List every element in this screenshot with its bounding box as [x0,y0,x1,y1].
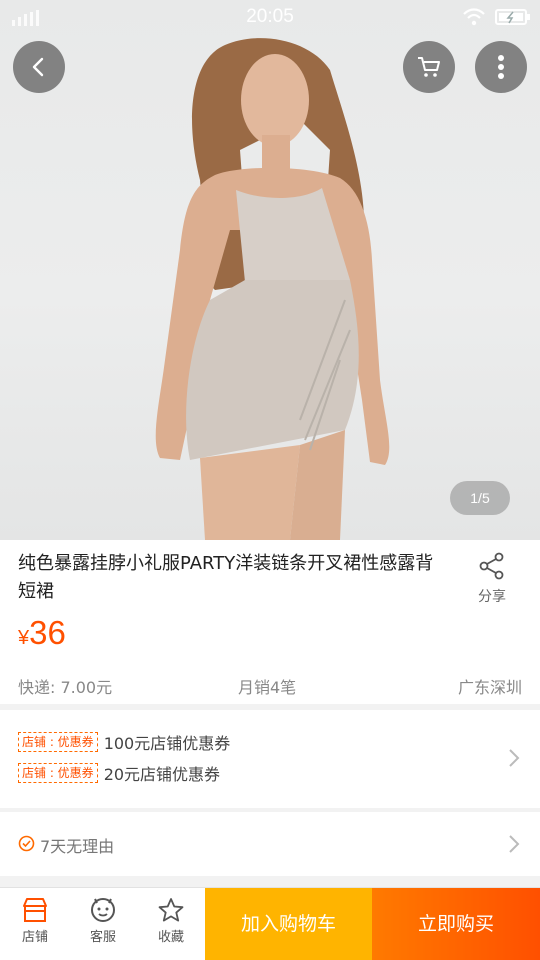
back-icon [32,57,44,77]
store-label: 店铺 [21,930,48,945]
chevron-right-icon [509,835,520,853]
store-tab[interactable]: 店铺 [1,888,69,960]
price-value: 36 [29,614,66,651]
bottom-action-bar: 店铺 客服 收藏 加入购物车 立即购买 [0,887,540,960]
star-icon [158,898,184,922]
battery-icon [495,9,530,25]
product-price: ¥36 [18,614,66,652]
add-to-cart-button[interactable]: 加入购物车 [205,888,372,960]
customer-service-tab[interactable]: 客服 [69,888,137,960]
product-image-gallery[interactable]: 20:05 1/5 [0,0,540,540]
coupon-text: 20元店铺优惠券 [103,765,221,784]
guarantee-text: 7天无理由 [40,837,115,856]
share-icon [479,552,504,580]
more-button[interactable] [475,41,527,93]
price-currency: ¥ [18,627,30,649]
back-button[interactable] [13,41,65,93]
cart-button[interactable] [403,41,455,93]
shipping-fee: 快递: 7.00元 [18,678,113,697]
coupon-item: 店铺 : 优惠券 100元店铺优惠券 [18,730,230,754]
page-indicator: 1/5 [450,481,510,515]
status-bar: 20:05 [0,0,540,34]
product-photo [155,38,390,540]
ship-location: 广东深圳 [457,678,522,697]
product-info: 纯色暴露挂脖小礼服PARTY洋装链条开叉裙性感露背短裙 分享 ¥36 快递: 7… [0,540,540,704]
coupon-tag: 店铺 : 优惠券 [18,732,98,752]
monthly-sales: 月销4笔 [238,678,297,697]
store-icon [23,898,47,922]
share-label: 分享 [478,589,506,605]
guarantee-row[interactable]: 7天无理由 [0,812,540,876]
coupon-tag: 店铺 : 优惠券 [18,763,98,783]
share-button[interactable]: 分享 [462,552,522,606]
status-time: 20:05 [246,6,294,27]
customer-service-label: 客服 [89,930,116,945]
coupon-text: 100元店铺优惠券 [103,734,231,753]
favorite-tab[interactable]: 收藏 [137,888,205,960]
wifi-icon [463,8,485,26]
check-circle-icon [18,835,35,852]
buy-now-button[interactable]: 立即购买 [372,888,540,960]
more-icon [498,55,504,79]
favorite-label: 收藏 [157,930,184,945]
cart-icon [418,57,440,77]
product-title: 纯色暴露挂脖小礼服PARTY洋装链条开叉裙性感露背短裙 [18,553,434,602]
customer-service-icon [91,898,115,922]
coupon-item: 店铺 : 优惠券 20元店铺优惠券 [18,761,220,785]
chevron-right-icon [509,749,520,767]
coupon-section[interactable]: 店铺 : 优惠券 100元店铺优惠券 店铺 : 优惠券 20元店铺优惠券 [0,710,540,808]
